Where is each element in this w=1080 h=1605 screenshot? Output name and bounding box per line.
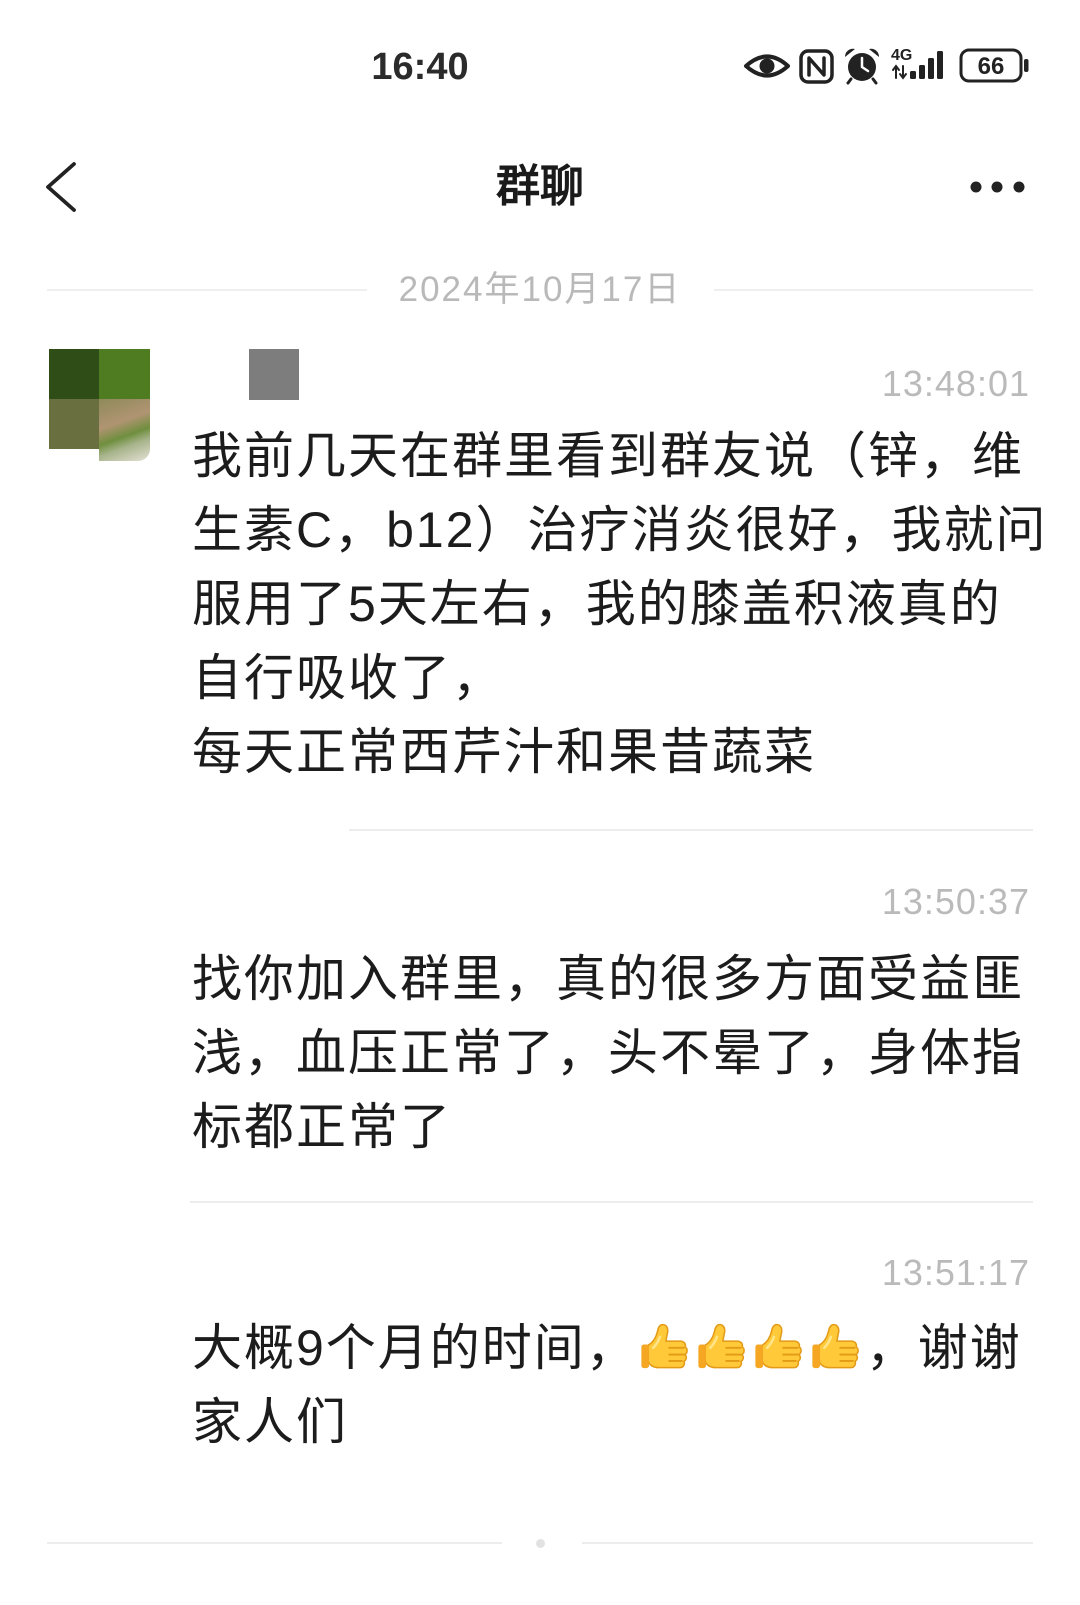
more-button[interactable]	[966, 172, 1030, 202]
thumbs-up-icon	[638, 1320, 692, 1374]
message-text-segment: 大概9个月的时间，	[192, 1320, 638, 1376]
message-line: 自行吸收了，	[192, 650, 504, 706]
message-line: 生素C，b12）治疗消炎很好，我就问	[192, 502, 1048, 558]
avatar-pixel	[49, 349, 99, 399]
battery-icon: 66	[959, 48, 1029, 83]
message-line: 家人们	[192, 1394, 348, 1450]
chat-title: 群聊	[496, 162, 584, 211]
message-line: 找你加入群里，真的很多方面受益匪	[192, 951, 1024, 1007]
status-time: 16:40	[371, 46, 469, 88]
message-line: 大概9个月的时间， ，谢谢	[192, 1311, 1072, 1385]
thumbs-up-icon	[809, 1320, 863, 1374]
message-line: 我前几天在群里看到群友说（锌，维	[192, 428, 1024, 484]
thumbs-up-icon	[752, 1320, 806, 1374]
more-icon	[970, 181, 1025, 193]
message-timestamp: 13:51:17	[881, 1252, 1030, 1293]
end-divider-left	[47, 1542, 502, 1544]
sender-name-redacted	[249, 349, 299, 400]
message-divider	[190, 1201, 1033, 1203]
message-timestamp: 13:50:37	[881, 881, 1030, 922]
network-type: 4G	[891, 47, 912, 64]
message-text[interactable]: 大概9个月的时间， ，谢谢 家人们	[192, 1311, 1072, 1459]
message-text[interactable]: 找你加入群里，真的很多方面受益匪 浅，血压正常了，头不晕了，身体指 标都正常了	[192, 942, 1072, 1164]
message-timestamp: 13:48:01	[881, 363, 1030, 404]
eye-icon	[744, 54, 790, 78]
avatar[interactable]	[49, 349, 150, 461]
end-dot	[536, 1539, 545, 1548]
message-line: 标都正常了	[192, 1099, 452, 1155]
emoji-group	[638, 1320, 866, 1376]
avatar-pixel	[49, 399, 99, 449]
status-icons: 4G 66	[744, 47, 1029, 85]
nfc-icon	[799, 49, 834, 84]
chevron-left-icon	[46, 162, 76, 212]
message-text-segment: ，谢谢	[865, 1320, 1022, 1376]
avatar-pixel	[99, 349, 150, 399]
message-text[interactable]: 我前几天在群里看到群友说（锌，维 生素C，b12）治疗消炎很好，我就问 服用了5…	[192, 419, 1072, 789]
thumbs-up-icon	[695, 1320, 749, 1374]
message-line: 每天正常西芹汁和果昔蔬菜	[192, 724, 816, 780]
end-divider-right	[582, 1542, 1033, 1544]
date-separator-line-left	[47, 289, 367, 291]
battery-level: 66	[978, 53, 1005, 80]
date-separator: 2024年10月17日	[398, 270, 682, 309]
back-button[interactable]	[36, 156, 86, 218]
message-line: 服用了5天左右，我的膝盖积液真的	[192, 576, 1002, 632]
message-divider	[349, 829, 1033, 831]
avatar-pixel	[99, 399, 150, 461]
message-line: 浅，血压正常了，头不晕了，身体指	[192, 1025, 1024, 1081]
date-separator-line-right	[714, 289, 1033, 291]
alarm-icon	[844, 48, 880, 85]
signal-icon: 4G	[891, 47, 943, 80]
